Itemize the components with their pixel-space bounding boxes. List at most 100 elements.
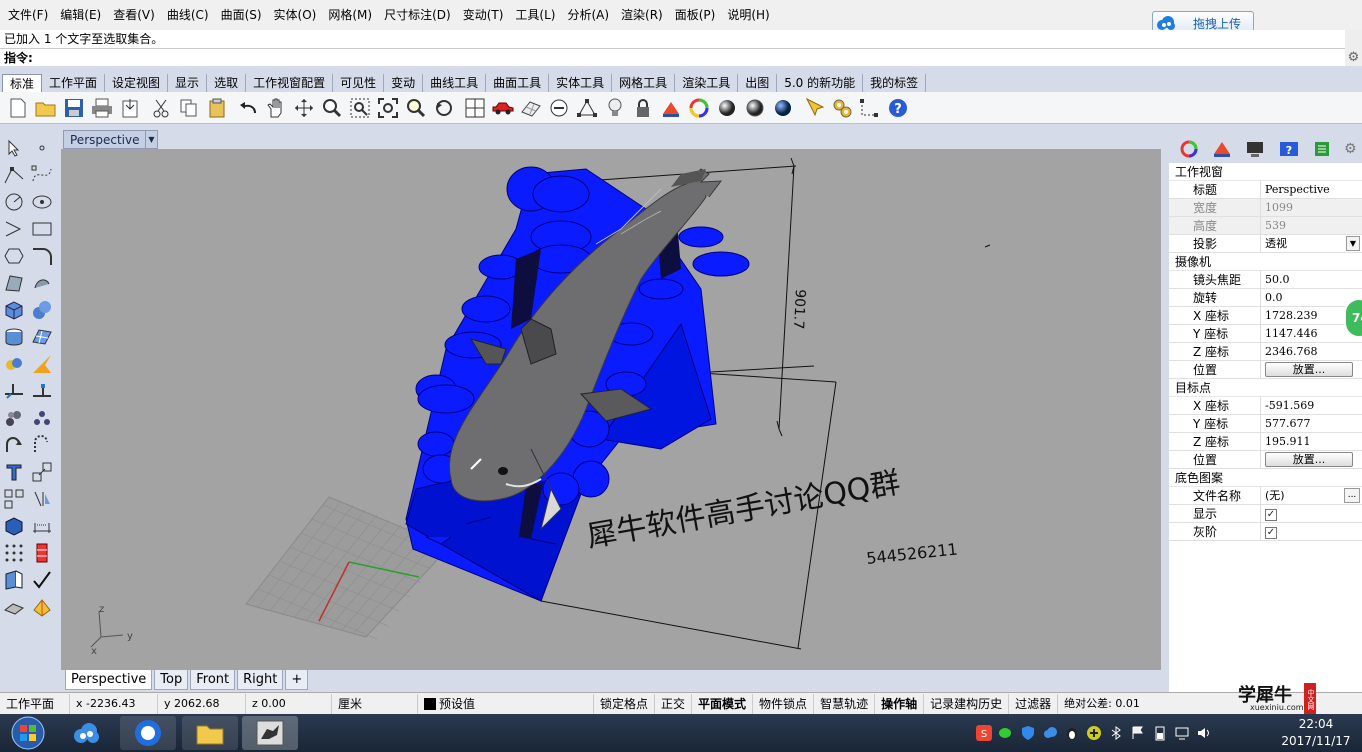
battery-icon[interactable] xyxy=(1151,724,1169,742)
solid-box-icon[interactable] xyxy=(0,512,28,539)
polyline-icon[interactable] xyxy=(0,161,28,188)
new-file-icon[interactable] xyxy=(4,94,32,122)
ungroup-icon[interactable] xyxy=(28,404,56,431)
rotate-icon[interactable] xyxy=(0,431,28,458)
tab-new-in-v5[interactable]: 5.0 的新功能 xyxy=(777,74,864,92)
viewport-title[interactable]: Perspective ▼ xyxy=(63,130,158,149)
color-wheel-icon[interactable] xyxy=(685,94,713,122)
gears-icon[interactable] xyxy=(828,94,856,122)
fillet-curve-icon[interactable] xyxy=(28,242,56,269)
import-icon[interactable] xyxy=(116,94,144,122)
status-badge[interactable]: 74 xyxy=(1344,298,1362,338)
menu-edit[interactable]: 编辑(E) xyxy=(54,0,107,30)
render-icon[interactable] xyxy=(769,94,797,122)
four-viewports-icon[interactable] xyxy=(461,94,489,122)
record-history-toggle[interactable]: 记录建构历史 xyxy=(924,693,1010,714)
wechat-icon[interactable] xyxy=(997,724,1015,742)
select-arrow-icon[interactable] xyxy=(0,134,28,161)
layers-icon[interactable] xyxy=(1205,137,1238,161)
cplane-label[interactable]: 工作平面 xyxy=(0,693,70,714)
cloud-tray-icon[interactable] xyxy=(1041,724,1059,742)
penguin-icon[interactable] xyxy=(1063,724,1081,742)
browser-app-icon[interactable] xyxy=(120,716,176,750)
menu-mesh[interactable]: 网格(M) xyxy=(322,0,378,30)
filter-button[interactable]: 过滤器 xyxy=(1009,693,1059,714)
arc-icon[interactable] xyxy=(0,215,28,242)
cloud-app-icon[interactable] xyxy=(58,716,114,750)
clock[interactable]: 22:04 2017/11/17 xyxy=(1270,714,1362,752)
menu-file[interactable]: 文件(F) xyxy=(2,0,54,30)
units-label[interactable]: 厘米 xyxy=(332,693,418,714)
show-checkbox[interactable]: ✓ xyxy=(1265,509,1277,521)
cut-icon[interactable] xyxy=(147,94,175,122)
print-icon[interactable] xyxy=(88,94,116,122)
tab-drafting[interactable]: 出图 xyxy=(738,74,778,92)
tab-curve-tools[interactable]: 曲线工具 xyxy=(423,74,487,92)
check-icon[interactable] xyxy=(28,566,56,593)
menu-tools[interactable]: 工具(L) xyxy=(509,0,561,30)
chevron-down-icon[interactable]: ▼ xyxy=(145,131,157,148)
explode-icon[interactable] xyxy=(28,350,56,377)
network-icon[interactable] xyxy=(1173,724,1191,742)
spheres-icon[interactable] xyxy=(28,296,56,323)
layout-icon[interactable] xyxy=(0,566,28,593)
tab-viewport-layout[interactable]: 工作视窗配置 xyxy=(246,74,334,92)
osnap-toggle[interactable]: 物件锁点 xyxy=(753,693,815,714)
tab-select[interactable]: 选取 xyxy=(207,74,247,92)
curve-icon[interactable] xyxy=(28,161,56,188)
smarttrack-toggle[interactable]: 智慧轨迹 xyxy=(814,693,876,714)
tab-setview[interactable]: 设定视图 xyxy=(105,74,169,92)
paint-icon[interactable] xyxy=(28,593,56,620)
chevron-down-icon[interactable]: ▼ xyxy=(1346,236,1360,251)
select-points-icon[interactable] xyxy=(573,94,601,122)
text-icon[interactable] xyxy=(0,458,28,485)
tab-standard[interactable]: 标准 xyxy=(2,74,43,92)
split-icon[interactable] xyxy=(0,377,28,404)
array-icon[interactable] xyxy=(0,485,28,512)
tab-solid-tools[interactable]: 实体工具 xyxy=(549,74,613,92)
add-viewport-tab[interactable]: + xyxy=(285,670,309,690)
boolean-icon[interactable] xyxy=(0,350,28,377)
tab-right[interactable]: Right xyxy=(237,670,284,690)
display-icon[interactable] xyxy=(1239,137,1272,161)
cylinder-icon[interactable] xyxy=(0,323,28,350)
dimension-tool-icon[interactable] xyxy=(856,94,884,122)
zoom-extents-icon[interactable] xyxy=(374,94,402,122)
notes-icon[interactable] xyxy=(1305,137,1338,161)
car-icon[interactable] xyxy=(489,94,517,122)
polygon-icon[interactable] xyxy=(0,242,28,269)
current-layer[interactable]: 预设值 xyxy=(418,693,594,714)
save-icon[interactable] xyxy=(60,94,88,122)
sogou-icon[interactable]: S xyxy=(975,724,993,742)
target-place-button[interactable]: 放置... xyxy=(1265,452,1353,467)
history-icon[interactable] xyxy=(28,539,56,566)
color-wheel-icon[interactable] xyxy=(1172,137,1205,161)
tab-display[interactable]: 显示 xyxy=(168,74,208,92)
cut-plane-icon[interactable] xyxy=(0,593,28,620)
pan-hand-icon[interactable] xyxy=(262,94,290,122)
paste-icon[interactable] xyxy=(203,94,231,122)
menu-curve[interactable]: 曲线(C) xyxy=(161,0,215,30)
menu-transform[interactable]: 变动(T) xyxy=(457,0,510,30)
title-field[interactable]: Perspective xyxy=(1261,181,1362,198)
scale-icon[interactable] xyxy=(28,431,56,458)
help-icon[interactable]: ? xyxy=(884,94,912,122)
gumball-toggle[interactable]: 操作轴 xyxy=(875,693,925,714)
target-x-field[interactable]: -591.569 xyxy=(1261,397,1362,414)
copy-icon[interactable] xyxy=(175,94,203,122)
undo-view-icon[interactable] xyxy=(430,94,458,122)
menu-analyze[interactable]: 分析(A) xyxy=(561,0,615,30)
flag-icon[interactable] xyxy=(1129,724,1147,742)
trim-icon[interactable] xyxy=(28,377,56,404)
rendered-sphere-icon[interactable] xyxy=(741,94,769,122)
bluetooth-icon[interactable] xyxy=(1107,724,1125,742)
projection-select[interactable]: 透视 ▼ xyxy=(1261,235,1362,252)
target-z-field[interactable]: 195.911 xyxy=(1261,433,1362,450)
perspective-viewport[interactable]: 901.7 犀牛软件高手讨论QQ群 544526211 z y x xyxy=(61,149,1161,670)
mirror-icon[interactable] xyxy=(28,485,56,512)
properties-icon[interactable] xyxy=(545,94,573,122)
command-prompt[interactable]: 指令: xyxy=(0,48,1345,66)
grid-snap-toggle[interactable]: 锁定格点 xyxy=(594,693,656,714)
tab-perspective[interactable]: Perspective xyxy=(65,670,153,690)
light-bulb-icon[interactable] xyxy=(601,94,629,122)
